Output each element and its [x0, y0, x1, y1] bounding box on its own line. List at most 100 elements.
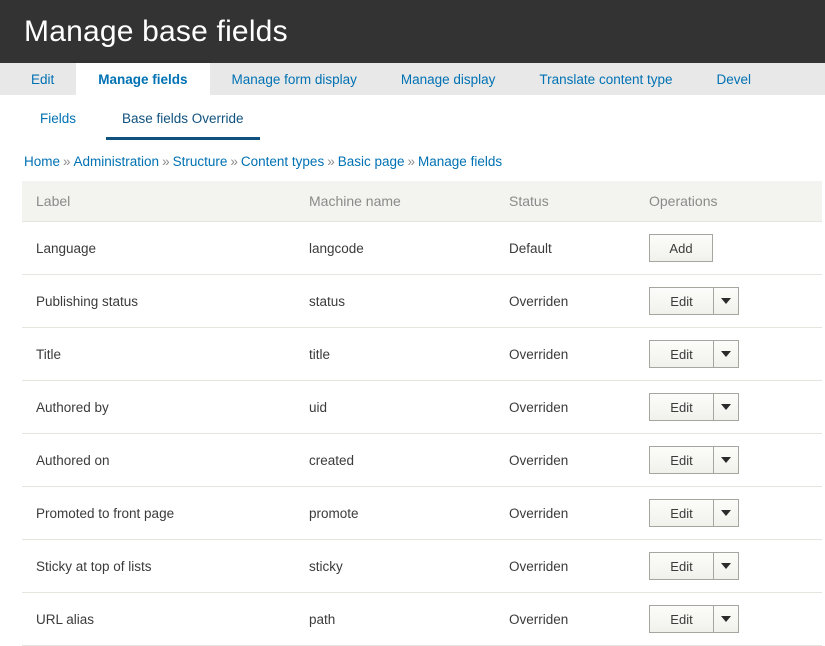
- operations-dropdown-toggle[interactable]: [713, 446, 739, 474]
- chevron-down-icon: [721, 457, 731, 463]
- secondary-tab-fields[interactable]: Fields: [24, 100, 92, 140]
- table-row: Title title Overriden Edit: [22, 327, 822, 381]
- table-head: Label Machine name Status Operations: [22, 181, 822, 222]
- table-row: Language langcode Default Add: [22, 221, 822, 275]
- cell-machine-name: langcode: [295, 221, 495, 275]
- secondary-tab-base-fields-override[interactable]: Base fields Override: [106, 100, 260, 140]
- breadcrumb-link-manage-fields[interactable]: Manage fields: [418, 154, 502, 169]
- operation-add-button[interactable]: Add: [649, 234, 713, 262]
- primary-tab-translate-content-type[interactable]: Translate content type: [517, 63, 694, 95]
- table-row: Promoted to front page promote Overriden Ed…: [22, 486, 822, 540]
- operation-edit-button[interactable]: Edit: [649, 287, 713, 315]
- operations-button-group: Edit: [649, 605, 739, 633]
- cell-status: Overriden: [495, 380, 635, 434]
- page-header: Manage base fields: [0, 0, 825, 63]
- column-header-machine-name: Machine name: [295, 181, 495, 222]
- operations-button-group: Edit: [649, 393, 739, 421]
- cell-status: Default: [495, 221, 635, 275]
- table-header-row: Label Machine name Status Operations: [22, 181, 822, 222]
- cell-machine-name: uid: [295, 380, 495, 434]
- operation-edit-button[interactable]: Edit: [649, 393, 713, 421]
- cell-label: Authored by: [22, 380, 295, 434]
- table-row: Sticky at top of lists sticky Overriden Edi…: [22, 539, 822, 593]
- breadcrumb-link-home[interactable]: Home: [24, 154, 60, 169]
- cell-label: URL alias: [22, 592, 295, 646]
- table-row: Authored by uid Overriden Edit: [22, 380, 822, 434]
- chevron-down-icon: [721, 404, 731, 410]
- cell-label: Sticky at top of lists: [22, 539, 295, 593]
- table-row: Authored on created Overriden Edit: [22, 433, 822, 487]
- primary-tab-manage-fields[interactable]: Manage fields: [76, 63, 210, 95]
- cell-machine-name: title: [295, 327, 495, 381]
- primary-tab-manage-form-display[interactable]: Manage form display: [210, 63, 379, 95]
- cell-operations: Edit: [635, 433, 822, 487]
- breadcrumb-separator: »: [162, 154, 170, 169]
- breadcrumb-link-basic-page[interactable]: Basic page: [338, 154, 405, 169]
- cell-status: Overriden: [495, 592, 635, 646]
- cell-status: Overriden: [495, 486, 635, 540]
- column-header-label: Label: [22, 181, 295, 222]
- cell-operations: Edit: [635, 380, 822, 434]
- column-header-operations: Operations: [635, 181, 822, 222]
- cell-operations: Edit: [635, 486, 822, 540]
- breadcrumb-separator: »: [327, 154, 335, 169]
- base-fields-table-wrapper: Label Machine name Status Operations Lan…: [0, 181, 825, 646]
- cell-operations: Edit: [635, 274, 822, 328]
- cell-status: Overriden: [495, 274, 635, 328]
- breadcrumb-link-structure[interactable]: Structure: [173, 154, 228, 169]
- chevron-down-icon: [721, 298, 731, 304]
- operations-dropdown-toggle[interactable]: [713, 499, 739, 527]
- breadcrumb-separator: »: [63, 154, 71, 169]
- primary-tab-bar: Edit Manage fields Manage form display Mana…: [0, 63, 825, 95]
- primary-tab-manage-display[interactable]: Manage display: [379, 63, 518, 95]
- secondary-tab-bar: Fields Base fields Override: [0, 100, 825, 140]
- column-header-status: Status: [495, 181, 635, 222]
- operations-button-group: Edit: [649, 552, 739, 580]
- operations-dropdown-toggle[interactable]: [713, 393, 739, 421]
- operations-dropdown-toggle[interactable]: [713, 552, 739, 580]
- cell-label: Authored on: [22, 433, 295, 487]
- chevron-down-icon: [721, 563, 731, 569]
- chevron-down-icon: [721, 510, 731, 516]
- operations-button-group: Edit: [649, 340, 739, 368]
- cell-label: Language: [22, 221, 295, 275]
- base-fields-table: Label Machine name Status Operations Lan…: [22, 181, 822, 646]
- operations-dropdown-toggle[interactable]: [713, 287, 739, 315]
- operation-edit-button[interactable]: Edit: [649, 552, 713, 580]
- table-body: Language langcode Default Add Publishing sta…: [22, 221, 822, 646]
- breadcrumb: Home» Administration» Structure» Content ty…: [0, 140, 825, 181]
- operations-button-group: Edit: [649, 287, 739, 315]
- table-row: Publishing status status Overriden Edit: [22, 274, 822, 328]
- cell-label: Title: [22, 327, 295, 381]
- primary-tab-edit[interactable]: Edit: [9, 63, 76, 95]
- operation-edit-button[interactable]: Edit: [649, 605, 713, 633]
- cell-operations: Edit: [635, 539, 822, 593]
- cell-status: Overriden: [495, 327, 635, 381]
- operations-button-group: Edit: [649, 446, 739, 474]
- cell-label: Promoted to front page: [22, 486, 295, 540]
- cell-operations: Edit: [635, 327, 822, 381]
- cell-label: Publishing status: [22, 274, 295, 328]
- cell-machine-name: promote: [295, 486, 495, 540]
- chevron-down-icon: [721, 616, 731, 622]
- breadcrumb-link-administration[interactable]: Administration: [74, 154, 160, 169]
- cell-machine-name: sticky: [295, 539, 495, 593]
- operation-edit-button[interactable]: Edit: [649, 499, 713, 527]
- operations-dropdown-toggle[interactable]: [713, 340, 739, 368]
- operation-edit-button[interactable]: Edit: [649, 446, 713, 474]
- cell-machine-name: status: [295, 274, 495, 328]
- cell-status: Overriden: [495, 433, 635, 487]
- operation-edit-button[interactable]: Edit: [649, 340, 713, 368]
- breadcrumb-link-content-types[interactable]: Content types: [241, 154, 324, 169]
- page-title: Manage base fields: [24, 14, 288, 48]
- cell-operations: Add: [635, 221, 822, 275]
- cell-operations: Edit: [635, 592, 822, 646]
- cell-machine-name: path: [295, 592, 495, 646]
- operations-dropdown-toggle[interactable]: [713, 605, 739, 633]
- primary-tab-devel[interactable]: Devel: [695, 63, 774, 95]
- operations-button-group: Edit: [649, 499, 739, 527]
- breadcrumb-separator: »: [407, 154, 416, 169]
- breadcrumb-separator: »: [230, 154, 238, 169]
- chevron-down-icon: [721, 351, 731, 357]
- cell-machine-name: created: [295, 433, 495, 487]
